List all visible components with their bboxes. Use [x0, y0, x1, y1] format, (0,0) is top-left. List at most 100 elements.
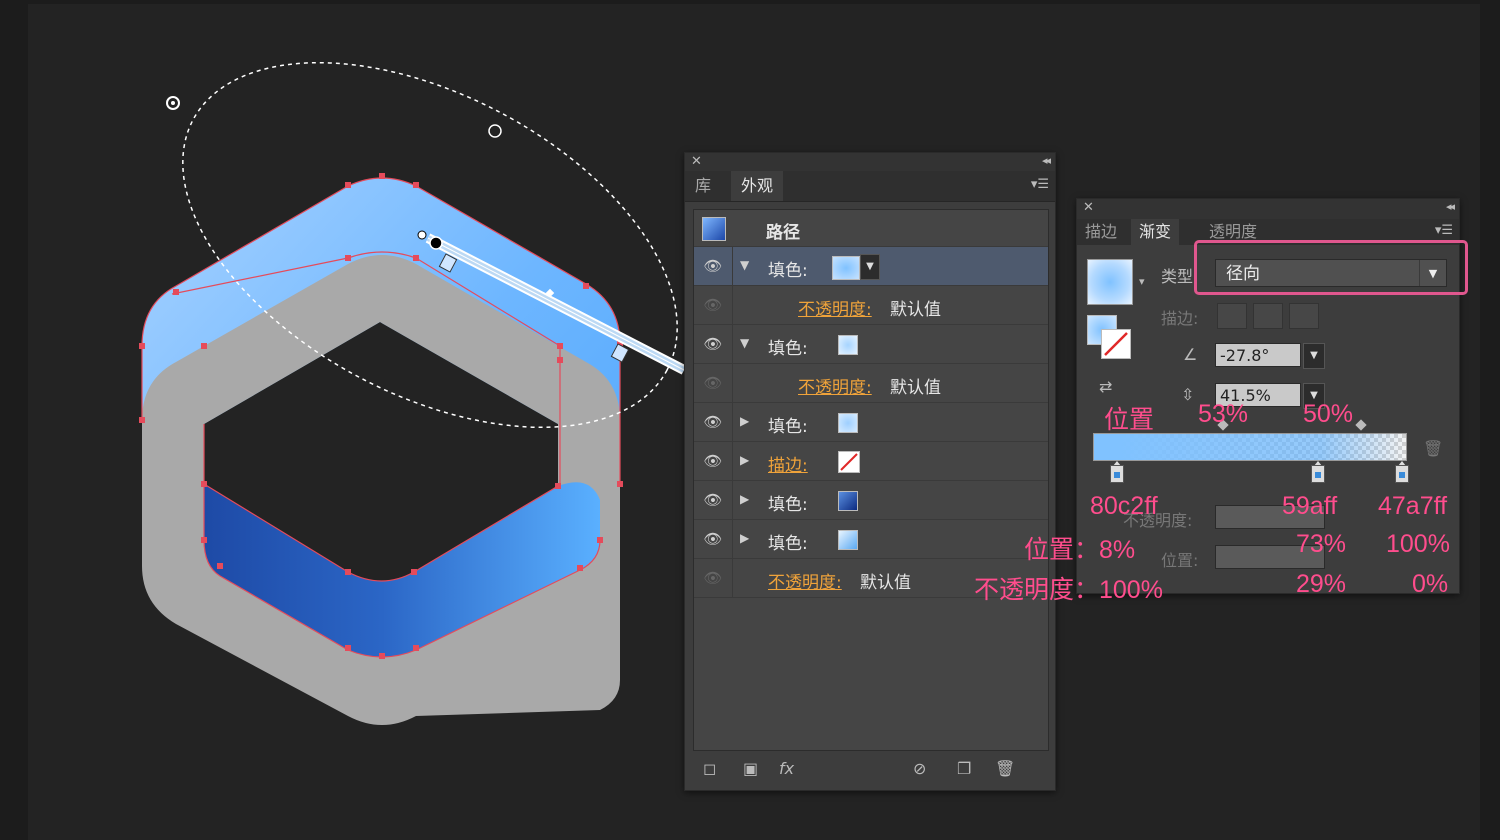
visibility-eye-icon[interactable]: 👁 [694, 520, 733, 558]
annotation-opacity-3: 0% [1412, 570, 1449, 598]
trash-icon[interactable]: 🗑 [1423, 439, 1443, 458]
opacity-link[interactable]: 不透明度: [798, 373, 872, 398]
annotation-midpoint-1: 53% [1198, 400, 1249, 428]
visibility-eye-icon[interactable]: 👁 [694, 442, 733, 480]
midpoint-diamond-2[interactable] [1355, 419, 1367, 431]
no-stroke-icon [1104, 332, 1128, 356]
fill-label: 填色: [768, 417, 808, 437]
opacity-row-2[interactable]: 👁 不透明度: 默认值 [694, 364, 1048, 403]
panel-titlebar: ✕ ◂◂ [685, 153, 1055, 171]
stroke-label: 描边: [1161, 309, 1199, 328]
stroke-gradient-across-button[interactable] [1289, 303, 1319, 329]
opacity-link[interactable]: 不透明度: [798, 295, 872, 320]
collapse-icon[interactable]: ◂◂ [1042, 154, 1051, 167]
tab-appearance[interactable]: 外观 [731, 171, 784, 201]
type-label: 类型: [1161, 267, 1199, 286]
duplicate-item-icon[interactable]: ❐ [957, 759, 971, 778]
no-stroke-icon [840, 453, 858, 471]
path-label: 路径 [766, 223, 800, 243]
add-stroke-icon[interactable]: ◻ [703, 759, 716, 778]
visibility-eye-icon[interactable]: 👁 [694, 286, 733, 324]
fill-stroke-stroke-swatch[interactable] [1101, 329, 1131, 359]
path-thumbnail [702, 217, 726, 241]
tab-gradient[interactable]: 渐变 [1131, 219, 1180, 245]
type-highlight-box [1194, 240, 1468, 295]
appearance-panel: ✕ ◂◂ 库 外观 ▾☰ 路径 👁 ▼ 填色: ▼ 👁 不透明度: 默认值 👁 … [684, 152, 1056, 791]
reverse-gradient-icon[interactable]: ⇄ [1099, 377, 1112, 396]
opacity-row-1[interactable]: 👁 不透明度: 默认值 [694, 286, 1048, 325]
path-header-row[interactable]: 路径 [694, 210, 1048, 247]
annotation-opacity-2: 29% [1296, 570, 1347, 598]
fill-swatch[interactable] [838, 413, 858, 433]
annotation-position-3: 100% [1386, 530, 1450, 558]
color-stop-1[interactable] [1110, 461, 1124, 483]
opacity-value: 默认值 [890, 300, 941, 320]
stroke-link[interactable]: 描边: [768, 451, 808, 476]
collapsed-triangle-icon[interactable]: ▶ [740, 492, 749, 506]
visibility-eye-icon[interactable]: 👁 [694, 481, 733, 519]
stroke-row[interactable]: 👁 ▶ 描边: [694, 442, 1048, 481]
panel-menu-icon[interactable]: ▾☰ [1031, 177, 1049, 192]
ellipse-aspect-handle [488, 124, 502, 138]
fill-label: 填色: [768, 495, 808, 515]
visibility-eye-icon[interactable]: 👁 [694, 325, 733, 363]
gradient-preview-swatch[interactable] [1087, 259, 1133, 305]
fill-row-2[interactable]: 👁 ▼ 填色: [694, 325, 1048, 364]
color-stop-2[interactable] [1311, 461, 1325, 483]
gradient-slider[interactable] [1093, 433, 1407, 461]
collapse-icon[interactable]: ◂◂ [1446, 200, 1455, 213]
fill-label: 填色: [768, 261, 808, 281]
annotation-opacity-row: 不透明度：100% [974, 576, 1163, 604]
annotation-color-2: 59aff [1282, 492, 1338, 520]
chevron-down-icon[interactable]: ▾ [1139, 275, 1145, 288]
stroke-swatch[interactable] [838, 451, 860, 473]
stroke-gradient-along-button[interactable] [1253, 303, 1283, 329]
collapsed-triangle-icon[interactable]: ▶ [740, 414, 749, 428]
opacity-value: 默认值 [890, 378, 941, 398]
annotation-color-1: 80c2ff [1090, 492, 1158, 520]
fill-swatch[interactable] [838, 491, 858, 511]
color-stop-3[interactable] [1395, 461, 1409, 483]
stroke-gradient-within-button[interactable] [1217, 303, 1247, 329]
visibility-eye-icon[interactable]: 👁 [694, 559, 733, 597]
panel-menu-icon[interactable]: ▾☰ [1435, 223, 1453, 238]
visibility-eye-icon[interactable]: 👁 [694, 403, 733, 441]
fill-row-4[interactable]: 👁 ▶ 填色: [694, 481, 1048, 520]
clear-appearance-icon[interactable]: ⊘ [913, 759, 926, 778]
panel-titlebar: ✕ ◂◂ [1077, 199, 1459, 219]
aspect-ratio-icon: ⇳ [1181, 385, 1195, 404]
close-icon[interactable]: ✕ [691, 154, 702, 169]
annotation-position-row: 位置：8% [1024, 536, 1136, 564]
fx-icon[interactable]: fx [779, 759, 794, 778]
annotation-color-3: 47a7ff [1378, 492, 1448, 520]
add-fill-icon[interactable]: ▣ [743, 759, 758, 778]
chevron-down-icon[interactable]: ▼ [860, 254, 880, 280]
trash-icon[interactable]: 🗑 [995, 759, 1015, 778]
fill-row-5[interactable]: 👁 ▶ 填色: [694, 520, 1048, 559]
collapsed-triangle-icon[interactable]: ▶ [740, 453, 749, 467]
annotation-midpoint-2: 50% [1303, 400, 1354, 428]
fill-row-1[interactable]: 👁 ▼ 填色: ▼ [694, 247, 1048, 286]
appearance-tabbar: 库 外观 ▾☰ [685, 171, 1055, 202]
opacity-value: 默认值 [860, 573, 911, 593]
chevron-down-icon[interactable]: ▼ [1303, 343, 1325, 369]
fill-swatch[interactable] [838, 530, 858, 550]
close-icon[interactable]: ✕ [1083, 200, 1094, 215]
appearance-bottom-toolbar: ◻ ▣ fx ⊘ ❐ 🗑 [685, 753, 1055, 789]
fill-swatch[interactable] [832, 256, 860, 280]
visibility-eye-icon[interactable]: 👁 [694, 247, 733, 285]
fill-row-3[interactable]: 👁 ▶ 填色: [694, 403, 1048, 442]
angle-input[interactable]: -27.8° [1215, 343, 1301, 367]
visibility-eye-icon[interactable]: 👁 [694, 364, 733, 402]
annotation-position-2: 73% [1296, 530, 1347, 558]
fill-label: 填色: [768, 339, 808, 359]
tab-stroke[interactable]: 描边 [1077, 219, 1125, 245]
annotation-position-header: 位置 [1104, 406, 1155, 434]
expand-triangle-icon[interactable]: ▼ [740, 258, 749, 272]
collapsed-triangle-icon[interactable]: ▶ [740, 531, 749, 545]
opacity-link[interactable]: 不透明度: [768, 568, 842, 593]
tab-library[interactable]: 库 [685, 171, 721, 201]
angle-icon: ∠ [1183, 345, 1198, 364]
fill-swatch[interactable] [838, 335, 858, 355]
expand-triangle-icon[interactable]: ▼ [740, 336, 749, 350]
